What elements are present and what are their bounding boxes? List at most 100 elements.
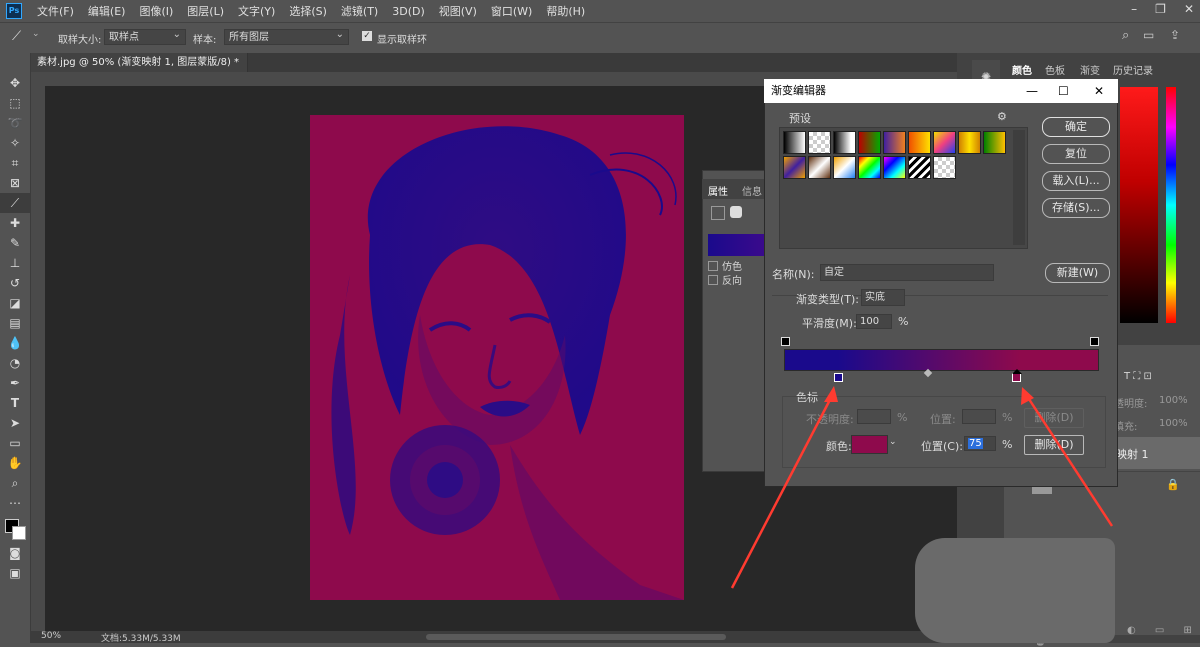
sample-size-select[interactable]: 取样点	[104, 27, 186, 45]
eyedropper-icon[interactable]: ⟋	[12, 29, 21, 44]
preset-swatch[interactable]	[858, 131, 881, 154]
fill-value[interactable]: 100%	[1159, 418, 1188, 429]
color-picker-field[interactable]	[1120, 87, 1158, 323]
tab-swatches[interactable]: 色板	[1045, 62, 1065, 77]
move-tool-icon[interactable]: ✥	[0, 73, 30, 93]
color-stop-magenta[interactable]	[1012, 373, 1021, 382]
preset-swatch[interactable]	[808, 131, 831, 154]
ok-button[interactable]: 确定	[1042, 117, 1110, 137]
menu-view[interactable]: 视图(V)	[432, 3, 484, 19]
delete-color-stop-button[interactable]: 删除(D)	[1024, 435, 1084, 455]
reverse-checkbox[interactable]	[708, 275, 718, 285]
opacity-stop-left[interactable]	[781, 337, 790, 346]
zoom-level[interactable]: 50%	[41, 631, 61, 641]
new-button[interactable]: 新建(W)	[1045, 263, 1110, 283]
frame-tool-icon[interactable]: ⊠	[0, 173, 30, 193]
document-tab[interactable]: 素材.jpg @ 50% (渐变映射 1, 图层蒙版/8) *	[31, 53, 248, 72]
hand-tool-icon[interactable]: ✋	[0, 453, 30, 473]
crop-tool-icon[interactable]: ⌗	[0, 153, 30, 173]
brush-tool-icon[interactable]: ✎	[0, 233, 30, 253]
location-input[interactable]: 75	[964, 436, 996, 451]
quick-mask-icon[interactable]: ◙	[0, 543, 30, 563]
menu-3d[interactable]: 3D(D)	[385, 5, 432, 18]
share-icon[interactable]: ⇪	[1170, 28, 1180, 42]
menu-type[interactable]: 文字(Y)	[231, 3, 282, 19]
workspace-icon[interactable]: ▭	[1143, 28, 1154, 42]
pen-tool-icon[interactable]: ✒	[0, 373, 30, 393]
preset-swatch[interactable]	[783, 156, 806, 179]
preset-swatch[interactable]	[858, 156, 881, 179]
preset-swatch[interactable]	[933, 156, 956, 179]
restore-icon[interactable]: ❐	[1155, 2, 1166, 16]
gradient-preview-bar[interactable]	[784, 349, 1099, 371]
close-icon[interactable]: ✕	[1184, 2, 1194, 16]
preset-swatch[interactable]	[883, 131, 906, 154]
tab-color[interactable]: 颜色	[1012, 62, 1032, 77]
opacity-stop-right[interactable]	[1090, 337, 1099, 346]
color-stop-swatch[interactable]	[851, 435, 888, 454]
menu-edit[interactable]: 编辑(E)	[81, 3, 133, 19]
chevron-down-icon[interactable]: ⌄	[32, 29, 40, 39]
chevron-down-icon[interactable]: ⌄	[889, 437, 897, 447]
preset-swatch[interactable]	[783, 131, 806, 154]
preset-swatch[interactable]	[908, 131, 931, 154]
gradient-tool-icon[interactable]: ▤	[0, 313, 30, 333]
stamp-tool-icon[interactable]: ⊥	[0, 253, 30, 273]
name-input[interactable]: 自定	[820, 264, 994, 281]
dodge-tool-icon[interactable]: ◔	[0, 353, 30, 373]
eraser-tool-icon[interactable]: ◪	[0, 293, 30, 313]
menu-help[interactable]: 帮助(H)	[539, 3, 592, 19]
dialog-maximize-icon[interactable]: ☐	[1058, 79, 1069, 103]
show-ring-checkbox[interactable]: ✓	[362, 31, 372, 41]
history-brush-tool-icon[interactable]: ↺	[0, 273, 30, 293]
search-icon[interactable]: ⌕	[1122, 28, 1129, 43]
menu-layer[interactable]: 图层(L)	[180, 3, 231, 19]
menu-window[interactable]: 窗口(W)	[484, 3, 539, 19]
preset-swatch[interactable]	[933, 131, 956, 154]
opacity-value[interactable]: 100%	[1159, 395, 1188, 406]
dialog-minimize-icon[interactable]: —	[1026, 79, 1038, 103]
path-selection-tool-icon[interactable]: ➤	[0, 413, 30, 433]
presets-gear-icon[interactable]: ⚙	[997, 110, 1007, 123]
duotone-portrait-image[interactable]	[310, 115, 684, 600]
type-tool-icon[interactable]: T	[0, 393, 30, 413]
zoom-tool-icon[interactable]: ⌕	[0, 473, 30, 493]
menu-image[interactable]: 图像(I)	[132, 3, 180, 19]
presets-scrollbar[interactable]	[1013, 130, 1025, 245]
tab-info[interactable]: 信息	[742, 183, 762, 198]
lasso-tool-icon[interactable]: ➰	[0, 113, 30, 133]
marquee-tool-icon[interactable]: ⬚	[0, 93, 30, 113]
preset-swatch[interactable]	[883, 156, 906, 179]
preset-swatch[interactable]	[958, 131, 981, 154]
preset-swatch[interactable]	[833, 156, 856, 179]
reset-button[interactable]: 复位	[1042, 144, 1110, 164]
rectangle-tool-icon[interactable]: ▭	[0, 433, 30, 453]
screen-mode-icon[interactable]: ▣	[0, 563, 30, 583]
preset-swatch[interactable]	[808, 156, 831, 179]
menu-file[interactable]: 文件(F)	[30, 3, 81, 19]
gradient-type-select[interactable]: 实底	[861, 289, 905, 306]
dither-checkbox[interactable]	[708, 261, 718, 271]
preset-swatch[interactable]	[983, 131, 1006, 154]
blur-tool-icon[interactable]: 💧	[0, 333, 30, 353]
eyedropper-tool-icon[interactable]: ⟋	[0, 193, 30, 213]
tab-properties[interactable]: 属性	[708, 183, 728, 198]
tab-gradients[interactable]: 渐变	[1080, 62, 1100, 77]
minimize-icon[interactable]: –	[1131, 2, 1137, 16]
mask-icon[interactable]	[730, 206, 742, 218]
dialog-title-bar[interactable]: 渐变编辑器 — ☐ ✕	[764, 79, 1118, 103]
sample-select[interactable]: 所有图层	[224, 27, 349, 45]
hue-slider[interactable]	[1166, 87, 1176, 323]
magic-wand-tool-icon[interactable]: ✧	[0, 133, 30, 153]
preset-swatch[interactable]	[833, 131, 856, 154]
healing-brush-tool-icon[interactable]: ✚	[0, 213, 30, 233]
menu-select[interactable]: 选择(S)	[282, 3, 334, 19]
preset-swatch[interactable]	[908, 156, 931, 179]
background-color-swatch[interactable]	[12, 526, 26, 540]
horizontal-scrollbar[interactable]	[426, 634, 726, 640]
dialog-close-icon[interactable]: ✕	[1094, 79, 1104, 103]
tab-history[interactable]: 历史记录	[1113, 62, 1153, 77]
layer-filter-icons[interactable]: T ⛶ ⊡	[1124, 371, 1152, 382]
gradient-map-preview[interactable]	[708, 234, 764, 256]
smoothness-input[interactable]: 100	[856, 314, 892, 329]
